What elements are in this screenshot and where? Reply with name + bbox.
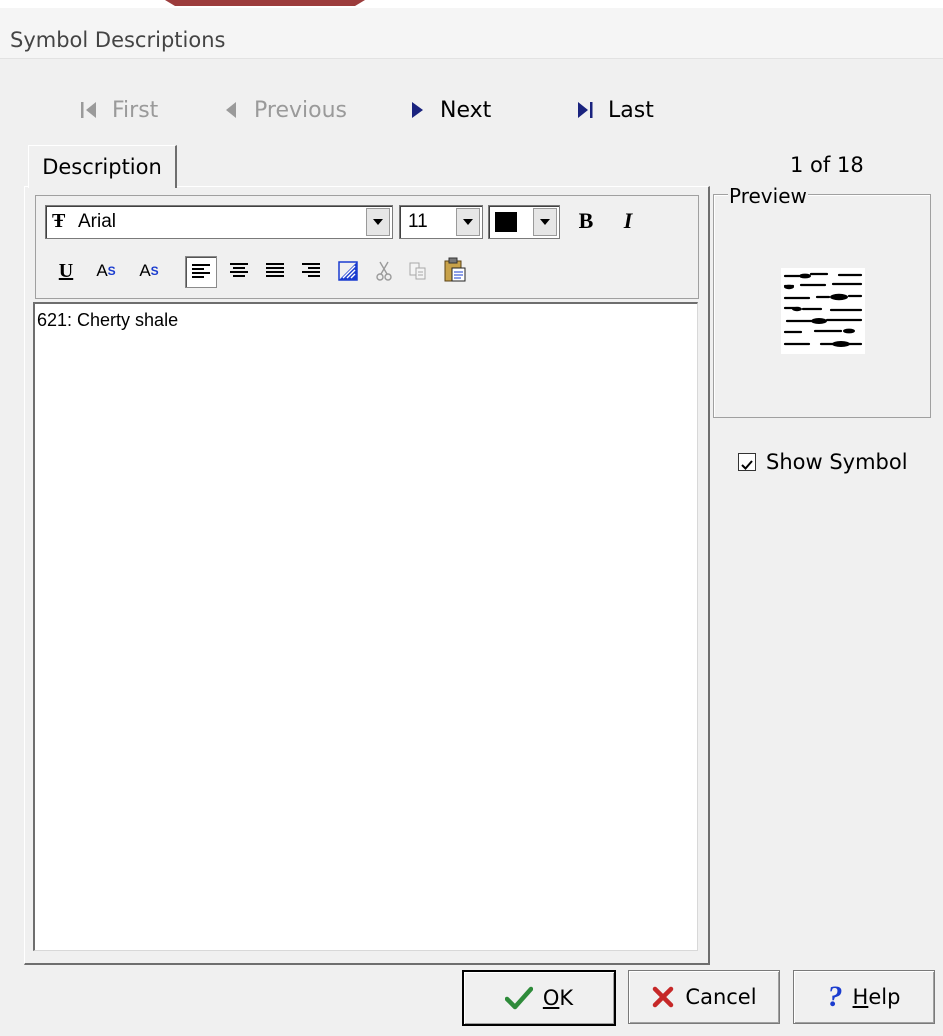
show-symbol-checkbox[interactable] bbox=[738, 453, 756, 471]
help-button-label: Help bbox=[852, 985, 901, 1009]
previous-button[interactable]: Previous bbox=[220, 92, 347, 128]
copy-button[interactable] bbox=[402, 255, 434, 287]
paste-button[interactable] bbox=[439, 254, 471, 286]
check-icon bbox=[504, 986, 533, 1010]
previous-button-label: Previous bbox=[254, 97, 347, 123]
help-button[interactable]: ? Help bbox=[793, 970, 935, 1024]
show-symbol-label: Show Symbol bbox=[766, 450, 908, 474]
preview-label: Preview bbox=[728, 184, 808, 208]
underline-button[interactable]: U bbox=[50, 255, 82, 287]
lithology-symbol-preview bbox=[781, 268, 865, 354]
last-record-icon bbox=[578, 102, 593, 118]
font-select[interactable]: Ŧ Arial bbox=[45, 205, 393, 239]
font-size-value: 11 bbox=[408, 211, 428, 232]
description-text[interactable]: 621: Cherty shale bbox=[37, 310, 178, 331]
first-record-icon bbox=[81, 102, 96, 118]
close-icon bbox=[653, 986, 674, 1008]
truetype-font-icon: Ŧ bbox=[52, 210, 66, 232]
ok-button-label: OK bbox=[542, 986, 574, 1010]
cut-button[interactable] bbox=[368, 255, 400, 287]
chevron-down-icon[interactable] bbox=[366, 208, 390, 236]
cancel-button-label: Cancel bbox=[685, 985, 757, 1009]
previous-record-icon bbox=[226, 102, 236, 118]
description-editor[interactable]: 621: Cherty shale bbox=[33, 302, 698, 951]
background-fragment bbox=[165, 0, 365, 6]
subscript-label: A bbox=[139, 261, 151, 280]
first-button-label: First bbox=[112, 97, 159, 123]
align-justify-icon bbox=[266, 263, 284, 277]
superscript-button[interactable]: AS bbox=[90, 255, 122, 287]
next-record-icon bbox=[412, 102, 423, 118]
align-center-button[interactable] bbox=[223, 255, 255, 287]
subscript-button[interactable]: AS bbox=[133, 255, 165, 287]
italic-button[interactable]: I bbox=[612, 205, 644, 237]
title-bar: Symbol Descriptions bbox=[0, 8, 943, 59]
ok-button[interactable]: OK bbox=[462, 970, 616, 1026]
align-left-button[interactable] bbox=[185, 256, 217, 288]
chevron-down-icon[interactable] bbox=[533, 208, 557, 236]
show-symbol-toggle[interactable]: Show Symbol bbox=[738, 450, 908, 474]
window-title: Symbol Descriptions bbox=[10, 28, 226, 52]
color-swatch bbox=[495, 212, 517, 232]
checkmark-icon bbox=[741, 460, 753, 470]
first-button[interactable]: First bbox=[78, 92, 158, 128]
last-button[interactable]: Last bbox=[574, 92, 654, 128]
subscript-mark: S bbox=[150, 264, 159, 278]
superscript-mark: S bbox=[107, 264, 116, 278]
fill-pattern-icon bbox=[338, 261, 358, 281]
help-question-icon: ? bbox=[827, 980, 843, 1013]
record-counter: 1 of 18 bbox=[790, 153, 864, 177]
bold-button[interactable]: B bbox=[570, 205, 602, 237]
align-center-icon bbox=[230, 263, 248, 277]
copy-icon bbox=[409, 262, 426, 280]
align-right-button[interactable] bbox=[295, 255, 327, 287]
chevron-down-icon[interactable] bbox=[456, 208, 480, 236]
symbol-descriptions-dialog: Symbol Descriptions First Previous Next … bbox=[0, 0, 943, 1036]
last-button-label: Last bbox=[608, 97, 654, 123]
next-button-label: Next bbox=[440, 97, 492, 123]
background-color-button[interactable] bbox=[332, 255, 364, 287]
font-select-value: Arial bbox=[78, 211, 117, 232]
font-color-select[interactable] bbox=[488, 205, 560, 239]
tab-description-label: Description bbox=[42, 155, 162, 179]
align-left-icon bbox=[192, 264, 210, 278]
cherty-shale-pattern-icon bbox=[783, 272, 863, 347]
background-window-strip bbox=[0, 0, 943, 8]
font-size-select[interactable]: 11 bbox=[399, 205, 483, 239]
scissors-icon bbox=[376, 261, 392, 281]
next-button[interactable]: Next bbox=[406, 92, 491, 128]
align-right-icon bbox=[302, 263, 320, 277]
superscript-label: A bbox=[96, 261, 108, 280]
align-justify-button[interactable] bbox=[259, 255, 291, 287]
cancel-button[interactable]: Cancel bbox=[628, 970, 780, 1024]
clipboard-paste-icon bbox=[444, 257, 466, 282]
tab-description[interactable]: Description bbox=[28, 145, 177, 188]
